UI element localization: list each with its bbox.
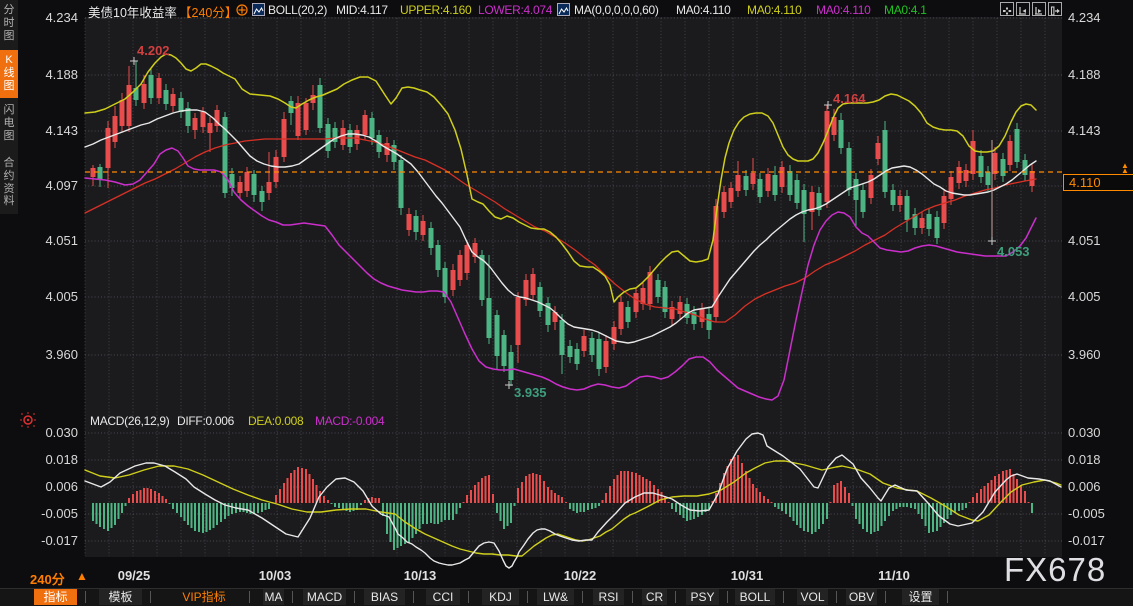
svg-text:4.202: 4.202 [137,43,170,58]
svg-text:4.164: 4.164 [833,91,866,106]
svg-text:4.053: 4.053 [997,244,1030,259]
svg-text:3.935: 3.935 [514,385,547,400]
